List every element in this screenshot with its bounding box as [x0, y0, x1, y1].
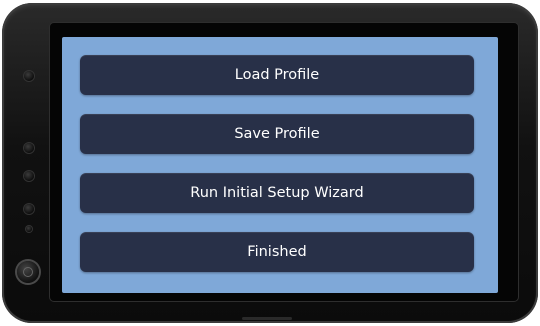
- power-button-icon[interactable]: [17, 261, 39, 283]
- side-button-icon[interactable]: [24, 171, 34, 181]
- bottom-slot: [242, 317, 292, 320]
- run-setup-wizard-button[interactable]: Run Initial Setup Wizard: [80, 173, 474, 213]
- menu-screen: Load Profile Save Profile Run Initial Se…: [62, 37, 498, 293]
- load-profile-button[interactable]: Load Profile: [80, 55, 474, 95]
- save-profile-button[interactable]: Save Profile: [80, 114, 474, 154]
- side-button-icon[interactable]: [24, 71, 34, 81]
- device-frame: Load Profile Save Profile Run Initial Se…: [2, 3, 538, 323]
- side-button-icon[interactable]: [24, 204, 34, 214]
- finished-button[interactable]: Finished: [80, 232, 474, 272]
- side-button-icon[interactable]: [24, 143, 34, 153]
- indicator-light-icon: [26, 226, 32, 232]
